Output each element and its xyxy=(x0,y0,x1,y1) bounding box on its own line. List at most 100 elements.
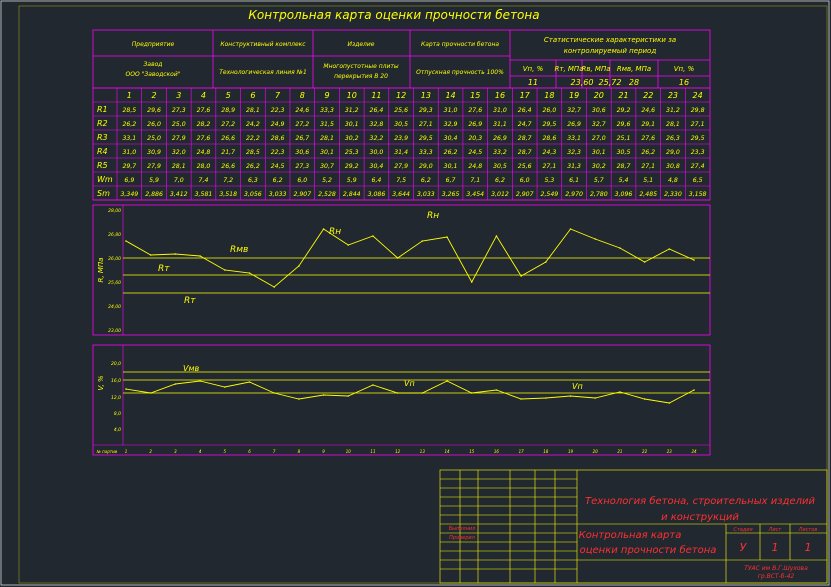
table-col-header: 23 xyxy=(668,91,678,100)
table-cell: 33,3 xyxy=(320,107,334,114)
table-cell: 30,1 xyxy=(320,149,334,156)
stamp-checked: Проверил xyxy=(449,535,475,541)
table-cell: 5,3 xyxy=(544,177,554,184)
table-cell: 3,644 xyxy=(392,191,410,198)
stat-col-label: Rт, МПа xyxy=(555,65,584,73)
chart-v-point xyxy=(569,395,572,397)
chart-r-point xyxy=(273,286,275,288)
stamp-title-1: Технология бетона, строительных изделий xyxy=(585,495,815,507)
table-cell: 26,0 xyxy=(543,107,557,114)
chart-r-point xyxy=(298,265,300,267)
table-col-header: 7 xyxy=(275,91,281,100)
chart-v-label-vmv: Vмв xyxy=(183,364,200,373)
chart-v-point xyxy=(149,392,152,394)
table-cell: 3,265 xyxy=(442,191,460,198)
structure-label: Конструктивный комплекс xyxy=(220,41,306,48)
table-cell: 29,7 xyxy=(122,163,136,170)
chart-v-point xyxy=(668,402,671,404)
table-cell: 30,0 xyxy=(370,149,384,156)
table-col-header: 6 xyxy=(250,91,255,100)
stat-label-1: Статистические характеристики за xyxy=(544,36,676,44)
chart-v-xtick: 18 xyxy=(543,449,549,454)
table-cell: 2,485 xyxy=(639,191,657,198)
stamp-stage-value: У xyxy=(740,541,748,554)
header-text: Предприятие Завод ООО "Заводской" Констр… xyxy=(126,36,677,80)
table-cell: 28,1 xyxy=(172,163,186,170)
table-cell: 27,3 xyxy=(172,107,186,114)
chart-r-point xyxy=(396,257,399,259)
table-cell: 27,1 xyxy=(641,163,655,170)
stat-col-label: Vп, % xyxy=(674,65,695,73)
table-row-label: R4 xyxy=(97,147,108,156)
table-cell: 32,7 xyxy=(592,121,606,128)
chart-r-point xyxy=(619,247,621,249)
chart-r-point xyxy=(545,261,547,263)
chart-r-point xyxy=(594,238,597,240)
table-cell: 7,4 xyxy=(199,177,209,184)
chart-v-tick: 20,0 xyxy=(111,361,121,367)
table-row-label: R5 xyxy=(97,161,108,170)
table-cell: 29,0 xyxy=(666,149,680,156)
table-cell: 26,6 xyxy=(221,163,235,170)
table-cell: 26,0 xyxy=(147,121,161,128)
table-cell: 33,2 xyxy=(493,149,507,156)
table-cell: 29,1 xyxy=(641,121,655,128)
chart-v-point xyxy=(545,397,547,399)
table-cell: 29,3 xyxy=(419,107,433,114)
table-cell: 30,6 xyxy=(592,107,606,114)
page-title: Контрольная карта оценки прочности бетон… xyxy=(248,8,539,22)
table-cell: 24,8 xyxy=(197,149,211,156)
table-cell: 29,6 xyxy=(147,107,161,114)
table-cell: 3,412 xyxy=(170,191,188,198)
table-row-label: Sm xyxy=(97,189,110,198)
table-col-header: 4 xyxy=(201,91,206,100)
table-cell: 22,3 xyxy=(271,107,285,114)
table-cell: 30,5 xyxy=(394,121,408,128)
chart-v-point xyxy=(248,381,251,383)
table-cell: 28,6 xyxy=(543,135,557,142)
table-cell: 26,7 xyxy=(295,135,309,142)
stat-value: 28 xyxy=(629,78,639,87)
table-cell: 2,780 xyxy=(590,191,608,198)
chart-v-tick: 12,0 xyxy=(111,395,121,401)
table-cell: 26,6 xyxy=(221,135,235,142)
table-cell: 27,6 xyxy=(641,135,655,142)
table-row-label: R3 xyxy=(97,133,108,142)
chart-r-point xyxy=(347,244,350,246)
stat-col-label: Vп, % xyxy=(523,65,544,73)
chart-v-point xyxy=(520,398,522,400)
table-cell: 24,5 xyxy=(271,163,285,170)
table-cell: 31,0 xyxy=(493,107,507,114)
product-value-1: Многопустотные плиты xyxy=(323,63,398,70)
table-cell: 28,1 xyxy=(320,135,334,142)
table-cell: 27,1 xyxy=(419,121,433,128)
chart-v-point xyxy=(347,395,350,397)
chart-v-point xyxy=(495,389,498,391)
chart-r-point xyxy=(446,236,448,238)
table-cell: 28,2 xyxy=(197,121,211,128)
table-cell: 28,0 xyxy=(197,163,211,170)
table-cell: 25,1 xyxy=(617,135,631,142)
table-col-header: 24 xyxy=(693,91,703,100)
table-cell: 5,9 xyxy=(149,177,159,184)
table-cell: 29,2 xyxy=(617,107,631,114)
chart-v-xtick: 22 xyxy=(642,449,648,454)
stamp-sheet-1: Контрольная карта xyxy=(579,530,682,541)
chart-v-point xyxy=(693,389,695,391)
table-cell: 7,0 xyxy=(174,177,184,184)
table-cell: 6,3 xyxy=(248,177,258,184)
table-cell: 33,3 xyxy=(419,149,433,156)
table-cell: 25,6 xyxy=(518,163,532,170)
table-cell: 26,9 xyxy=(468,121,482,128)
chart-v-xtick: 14 xyxy=(444,449,450,454)
table-col-header: 15 xyxy=(470,91,480,100)
chart-v-xtick: 7 xyxy=(273,449,276,454)
stat-value: 16 xyxy=(679,78,689,87)
table-cell: 3,518 xyxy=(219,191,237,198)
table-cell: 6,0 xyxy=(520,177,530,184)
chart-v-point xyxy=(125,388,127,390)
table-cell: 29,5 xyxy=(543,121,557,128)
chart-r-tick: 26,80 xyxy=(108,232,121,238)
table-col-header: 19 xyxy=(569,91,579,100)
chart-v-xtick: 2 xyxy=(149,449,152,454)
